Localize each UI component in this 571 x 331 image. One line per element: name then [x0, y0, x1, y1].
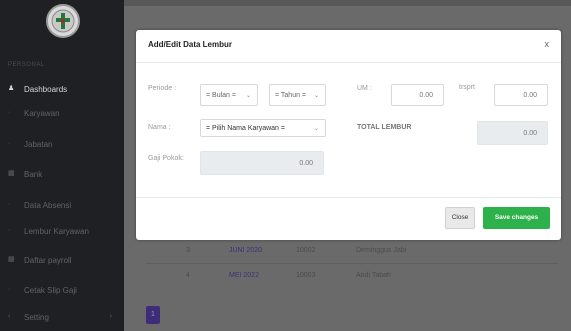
chevron-down-icon: ⌄ — [313, 93, 319, 99]
um-label: UM : — [357, 85, 372, 92]
chevron-right-icon: › — [109, 313, 112, 320]
periode-label: Periode : — [148, 85, 177, 92]
table-row[interactable]: 4 MEI 2022 10003 Andi Tabah — [146, 263, 558, 288]
cell-nama: Deminggus Jabi — [356, 247, 407, 254]
gaji-pokok-value: 0.00 — [299, 160, 313, 167]
trsprt-label: trsprt — [459, 84, 475, 91]
trsprt-value: 0.00 — [523, 92, 537, 99]
sidebar-item-label: Data Absensi — [24, 201, 72, 210]
nama-label: Nama : — [148, 124, 171, 131]
sidebar-item-bank[interactable]: ▦ Bank — [0, 163, 124, 187]
sidebar-item-setting[interactable]: ‹ Setting › — [0, 306, 124, 330]
sidebar-item-karyawan[interactable]: · Karyawan — [0, 102, 124, 126]
bulan-select-value: = Bulan = — [206, 92, 236, 99]
save-changes-button[interactable]: Save changes — [483, 207, 550, 229]
modal-title: Add/Edit Data Lembur — [148, 40, 233, 49]
total-lembur-label: TOTAL LEMBUR — [357, 124, 412, 131]
sidebar-item-label: Setting — [24, 313, 49, 322]
sidebar-item-dashboards[interactable]: ♟ Dashboards — [0, 78, 124, 102]
sidebar-item-jabatan[interactable]: · Jabatan — [0, 133, 124, 157]
add-edit-lembur-modal: Add/Edit Data Lembur x Periode : = Bulan… — [136, 30, 561, 240]
lembur-table: 3 JUNI 2020 10002 Deminggus Jabi 4 MEI 2… — [146, 238, 558, 288]
table-row[interactable]: 3 JUNI 2020 10002 Deminggus Jabi — [146, 238, 558, 263]
close-icon[interactable]: x — [545, 39, 550, 49]
um-value: 0.00 — [419, 92, 433, 99]
gaji-pokok-label: Gaji Pokok: — [148, 155, 184, 162]
cell-nik: 10002 — [296, 247, 316, 254]
chevron-icon: ‹ — [8, 313, 11, 320]
chevron-down-icon: ⌄ — [245, 93, 251, 99]
modal-header-divider — [136, 62, 561, 63]
gaji-pokok-field: 0.00 — [200, 151, 324, 175]
bulan-select[interactable]: = Bulan = ⌄ — [200, 84, 258, 106]
nama-select-value: = Pilih Nama Karyawan = — [206, 125, 285, 132]
close-button[interactable]: Close — [445, 207, 475, 229]
pagination-page-1[interactable]: 1 — [146, 306, 160, 324]
sidebar: PERSONAL ♟ Dashboards · Karyawan · Jabat… — [0, 0, 124, 331]
sidebar-item-label: Karyawan — [24, 109, 60, 118]
modal-footer-divider — [136, 197, 561, 198]
cell-no: 3 — [186, 247, 190, 254]
total-lembur-value: 0.00 — [523, 130, 537, 137]
dot-icon: · — [8, 140, 11, 147]
um-input[interactable]: 0.00 — [391, 84, 444, 106]
dot-icon: · — [8, 286, 11, 293]
dot-icon: · — [8, 201, 11, 208]
dot-icon: · — [8, 227, 11, 234]
menu-caption: PERSONAL — [8, 62, 45, 68]
tahun-select-value: = Tahun = — [275, 92, 307, 99]
sidebar-item-cetak-slip-gaji[interactable]: · Cetak Slip Gaji — [0, 279, 124, 303]
cell-periode: MEI 2022 — [229, 272, 259, 279]
chevron-down-icon: ⌄ — [313, 126, 319, 132]
sidebar-item-data-absensi[interactable]: · Data Absensi — [0, 194, 124, 218]
cell-periode: JUNI 2020 — [229, 247, 263, 254]
sidebar-item-label: Dashboards — [24, 85, 68, 94]
sidebar-item-label: Lembur Karyawan — [24, 227, 89, 236]
sidebar-item-lembur-karyawan[interactable]: · Lembur Karyawan — [0, 220, 124, 244]
trsprt-input[interactable]: 0.00 — [494, 84, 548, 106]
cell-no: 4 — [186, 272, 190, 279]
sidebar-item-label: Bank — [24, 170, 43, 179]
grid-icon: ▦ — [8, 256, 15, 263]
nama-karyawan-select[interactable]: = Pilih Nama Karyawan = ⌄ — [200, 119, 326, 137]
user-icon: ♟ — [8, 85, 15, 92]
total-lembur-field: 0.00 — [477, 121, 548, 145]
cell-nik: 10003 — [296, 272, 316, 279]
sidebar-item-label: Cetak Slip Gaji — [24, 286, 77, 295]
sidebar-item-daftar-payroll[interactable]: ▦ Daftar payroll — [0, 249, 124, 273]
top-bar — [124, 0, 571, 6]
logo — [46, 4, 80, 38]
sidebar-item-label: Daftar payroll — [24, 256, 72, 265]
grid-icon: ▦ — [8, 170, 15, 177]
sidebar-item-label: Jabatan — [24, 140, 53, 149]
dot-icon: · — [8, 109, 11, 116]
tahun-select[interactable]: = Tahun = ⌄ — [269, 84, 326, 106]
cell-nama: Andi Tabah — [356, 272, 391, 279]
